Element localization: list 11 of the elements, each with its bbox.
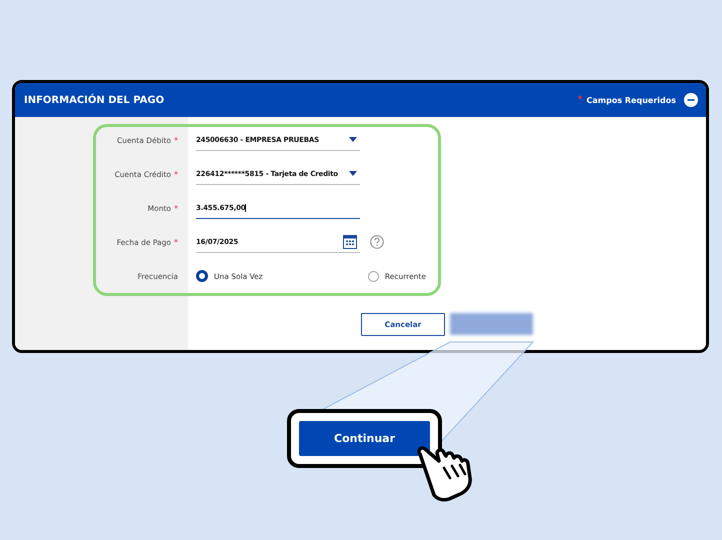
- caret-icon: [349, 171, 357, 176]
- continue-button[interactable]: Continuar: [299, 421, 430, 456]
- help-icon[interactable]: [370, 235, 384, 249]
- required-note: Campos Requeridos: [586, 96, 676, 104]
- radio-button[interactable]: [368, 270, 379, 282]
- calendar-icon[interactable]: [343, 234, 357, 248]
- panel-title: INFORMACIÓN DEL PAGO: [24, 94, 166, 106]
- required-mark: *: [578, 95, 583, 105]
- radio-button[interactable]: [196, 270, 208, 282]
- caret-icon: [349, 137, 357, 142]
- collapse-icon[interactable]: [684, 93, 698, 107]
